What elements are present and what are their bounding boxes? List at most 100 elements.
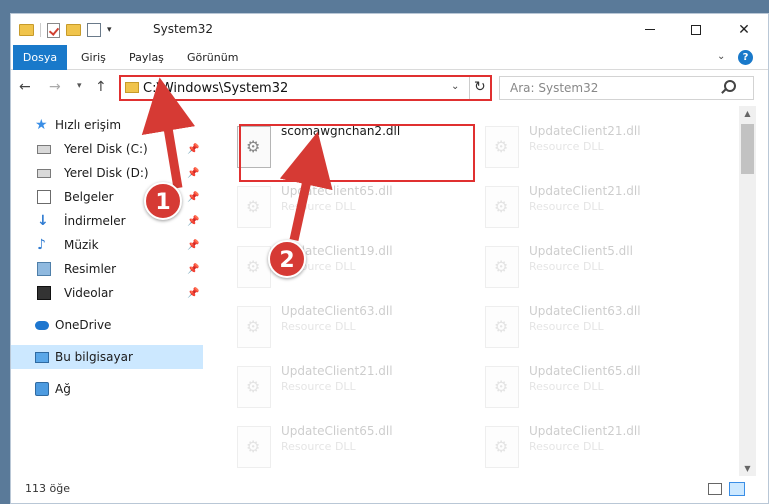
tiles-view-icon[interactable] [729,482,745,496]
search-input[interactable]: Ara: System32 [499,76,754,100]
item-count: 113 öğe [25,482,70,495]
network-icon [35,382,49,396]
folder-icon[interactable] [19,24,34,36]
scroll-thumb[interactable] [741,124,754,174]
file-item[interactable]: UpdateClient21.dll Resource DLL [479,180,719,238]
pin-icon[interactable]: 📌 [187,216,199,227]
tab-home[interactable]: Giriş [71,45,116,70]
maximize-button[interactable] [673,14,719,45]
sidebar-item-label: Müzik [64,238,99,252]
dll-file-icon [237,246,271,288]
pin-icon[interactable]: 📌 [187,192,199,203]
downloads-icon: ↓ [37,213,49,229]
vertical-scrollbar[interactable]: ▲ ▼ [739,106,756,476]
sidebar-item-label: OneDrive [55,318,112,332]
sidebar-item-label: Videolar [64,286,114,300]
callout-badge-2: 2 [268,240,306,278]
scroll-down-icon[interactable]: ▼ [739,461,756,476]
sidebar-item-local-disk-c[interactable]: Yerel Disk (C:) 📌 [11,137,201,161]
back-button[interactable]: ← [19,79,31,95]
tab-view[interactable]: Görünüm [177,45,248,70]
music-icon: ♪ [37,237,46,253]
dll-file-icon [237,426,271,468]
window-title: System32 [153,22,214,36]
details-view-icon[interactable] [708,483,722,495]
minimize-icon [645,29,655,30]
drive-icon [37,168,51,178]
recent-locations-chevron-icon[interactable]: ▾ [77,81,82,91]
tab-share[interactable]: Paylaş [119,45,174,70]
file-item[interactable]: UpdateClient63.dll Resource DLL [231,300,471,358]
file-name: UpdateClient63.dll [281,304,393,318]
sidebar-item-this-pc[interactable]: Bu bilgisayar [11,345,203,369]
pin-icon[interactable]: 📌 [187,264,199,275]
file-item[interactable]: UpdateClient21.dll Resource DLL [479,120,719,178]
file-name: UpdateClient21.dll [529,184,641,198]
computer-icon [35,351,49,363]
pictures-icon [37,262,51,276]
properties-icon[interactable] [87,23,101,37]
file-type: Resource DLL [529,200,604,213]
properties-check-icon[interactable] [47,22,60,38]
sidebar-item-label: Yerel Disk (C:) [64,142,148,156]
pin-icon[interactable]: 📌 [187,168,199,179]
sidebar-item-label: Resimler [64,262,117,276]
sidebar-item-local-disk-d[interactable]: Yerel Disk (D:) 📌 [11,161,201,185]
sidebar-item-videos[interactable]: Videolar 📌 [11,281,201,305]
new-folder-icon[interactable] [66,24,81,36]
star-icon: ★ [35,117,48,133]
file-item[interactable]: UpdateClient21.dll Resource DLL [231,360,471,418]
callout-badge-1: 1 [144,182,182,220]
dll-file-icon [237,366,271,408]
file-item[interactable]: UpdateClient5.dll Resource DLL [479,240,719,298]
file-item[interactable]: UpdateClient65.dll Resource DLL [231,420,471,476]
pin-icon[interactable]: 📌 [187,144,199,155]
dll-file-icon [485,186,519,228]
file-item[interactable]: UpdateClient21.dll Resource DLL [479,420,719,476]
address-dropdown-chevron-icon[interactable]: ⌄ [451,81,459,92]
sidebar-item-music[interactable]: ♪ Müzik 📌 [11,233,201,257]
sidebar-item-onedrive[interactable]: OneDrive [11,313,201,337]
file-type: Resource DLL [529,440,604,453]
sidebar-item-network[interactable]: Ağ [11,377,201,401]
minimize-button[interactable] [627,14,673,45]
address-path[interactable]: C:\Windows\System32 [143,81,288,96]
dll-file-icon [485,306,519,348]
tab-file[interactable]: Dosya [13,45,67,70]
file-item[interactable]: UpdateClient19.dll Resource DLL [231,240,471,298]
file-name: UpdateClient5.dll [529,244,633,258]
forward-button[interactable]: → [49,79,61,95]
file-item[interactable]: UpdateClient65.dll Resource DLL [479,360,719,418]
maximize-icon [691,24,701,35]
sidebar-item-pictures[interactable]: Resimler 📌 [11,257,201,281]
sidebar-item-label: Ağ [55,382,71,396]
sidebar-item-label: Hızlı erişim [55,118,122,132]
file-name: UpdateClient21.dll [529,124,641,138]
close-button[interactable]: ✕ [721,14,767,45]
file-item[interactable]: UpdateClient65.dll Resource DLL [231,180,471,238]
customize-toolbar-chevron-icon[interactable]: ▾ [107,25,112,35]
sidebar-item-label: Belgeler [64,190,114,204]
refresh-icon[interactable]: ↻ [474,79,486,95]
scroll-up-icon[interactable]: ▲ [739,106,756,121]
help-icon[interactable]: ? [738,50,753,65]
toolbar-divider [40,23,41,37]
navigation-pane: ★ Hızlı erişim Yerel Disk (C:) 📌 Yerel D… [11,106,208,476]
file-item[interactable]: scomawgnchan2.dll [231,120,471,178]
file-type: Resource DLL [281,440,356,453]
expand-ribbon-chevron-icon[interactable]: ⌄ [717,51,725,62]
file-type: Resource DLL [281,380,356,393]
search-icon[interactable] [724,80,736,92]
file-item[interactable]: UpdateClient63.dll Resource DLL [479,300,719,358]
status-bar: 113 öğe [11,476,768,503]
pin-icon[interactable]: 📌 [187,240,199,251]
pin-icon[interactable]: 📌 [187,288,199,299]
up-button[interactable]: ↑ [95,79,107,95]
file-type: Resource DLL [529,260,604,273]
address-bar[interactable]: C:\Windows\System32 ⌄ ↻ [119,75,492,101]
address-divider [469,77,470,99]
sidebar-item-quick-access[interactable]: ★ Hızlı erişim [11,113,201,137]
file-name: UpdateClient65.dll [529,364,641,378]
file-name: UpdateClient65.dll [281,184,393,198]
file-type: Resource DLL [529,140,604,153]
